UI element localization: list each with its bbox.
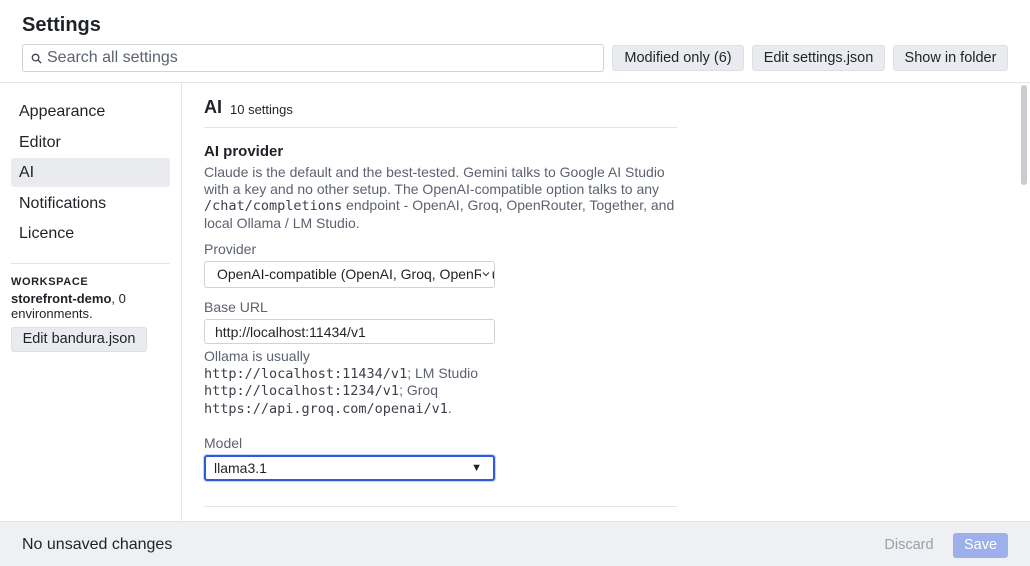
settings-main: AI 10 settings AI provider Claude is the… <box>183 83 1030 521</box>
discard-button[interactable]: Discard <box>873 533 945 558</box>
scrollbar-thumb[interactable] <box>1021 85 1027 185</box>
model-label: Model <box>204 435 243 451</box>
sidebar-item-licence[interactable]: Licence <box>11 219 170 248</box>
unsaved-status: No unsaved changes <box>22 536 173 553</box>
save-button[interactable]: Save <box>953 533 1008 558</box>
base-url-label: Base URL <box>204 299 268 315</box>
workspace-label: WORKSPACE <box>11 276 89 288</box>
setting-title: AI provider <box>204 143 284 160</box>
provider-value: OpenAI-compatible (OpenAI, Groq, OpenRou… <box>217 266 495 282</box>
sidebar-item-appearance[interactable]: Appearance <box>11 97 170 126</box>
settings-header: Settings Modified only (6) Edit settings… <box>0 0 1030 83</box>
show-in-folder-button[interactable]: Show in folder <box>893 45 1008 71</box>
modified-only-button[interactable]: Modified only (6) <box>612 45 744 71</box>
section-divider <box>204 127 677 128</box>
section-title: AI <box>204 97 222 117</box>
dropdown-arrow-icon: ▼ <box>471 462 482 474</box>
search-box[interactable] <box>22 44 604 72</box>
section-count: 10 settings <box>230 102 293 117</box>
endpoint-code: /chat/completions <box>204 198 343 214</box>
setting-description: Claude is the default and the best-teste… <box>204 164 675 231</box>
setting-divider <box>204 506 677 507</box>
model-value: llama3.1 <box>214 460 267 476</box>
edit-bandura-json-button[interactable]: Edit bandura.json <box>11 327 147 352</box>
model-select[interactable]: llama3.1 ▼ <box>204 455 495 481</box>
search-input[interactable] <box>47 48 587 68</box>
base-url-hint: Ollama is usually http://localhost:11434… <box>204 348 479 417</box>
provider-select[interactable]: OpenAI-compatible (OpenAI, Groq, OpenRou… <box>204 261 495 288</box>
sidebar-item-ai[interactable]: AI <box>11 158 170 187</box>
footer-bar: No unsaved changes Discard Save <box>0 521 1030 566</box>
sidebar-divider <box>11 263 170 264</box>
base-url-input[interactable] <box>204 319 495 344</box>
edit-settings-json-button[interactable]: Edit settings.json <box>752 45 885 71</box>
sidebar-item-notifications[interactable]: Notifications <box>11 189 170 218</box>
sidebar: Appearance Editor AI Notifications Licen… <box>0 83 182 521</box>
scrollbar[interactable] <box>1019 83 1030 521</box>
workspace-name: storefront-demo <box>11 291 112 306</box>
sidebar-item-editor[interactable]: Editor <box>11 128 170 157</box>
page-title: Settings <box>22 14 101 36</box>
workspace-info: storefront-demo, 0 environments. <box>11 291 171 321</box>
search-icon <box>31 53 42 64</box>
provider-label: Provider <box>204 241 257 257</box>
chevron-down-icon <box>481 269 491 279</box>
